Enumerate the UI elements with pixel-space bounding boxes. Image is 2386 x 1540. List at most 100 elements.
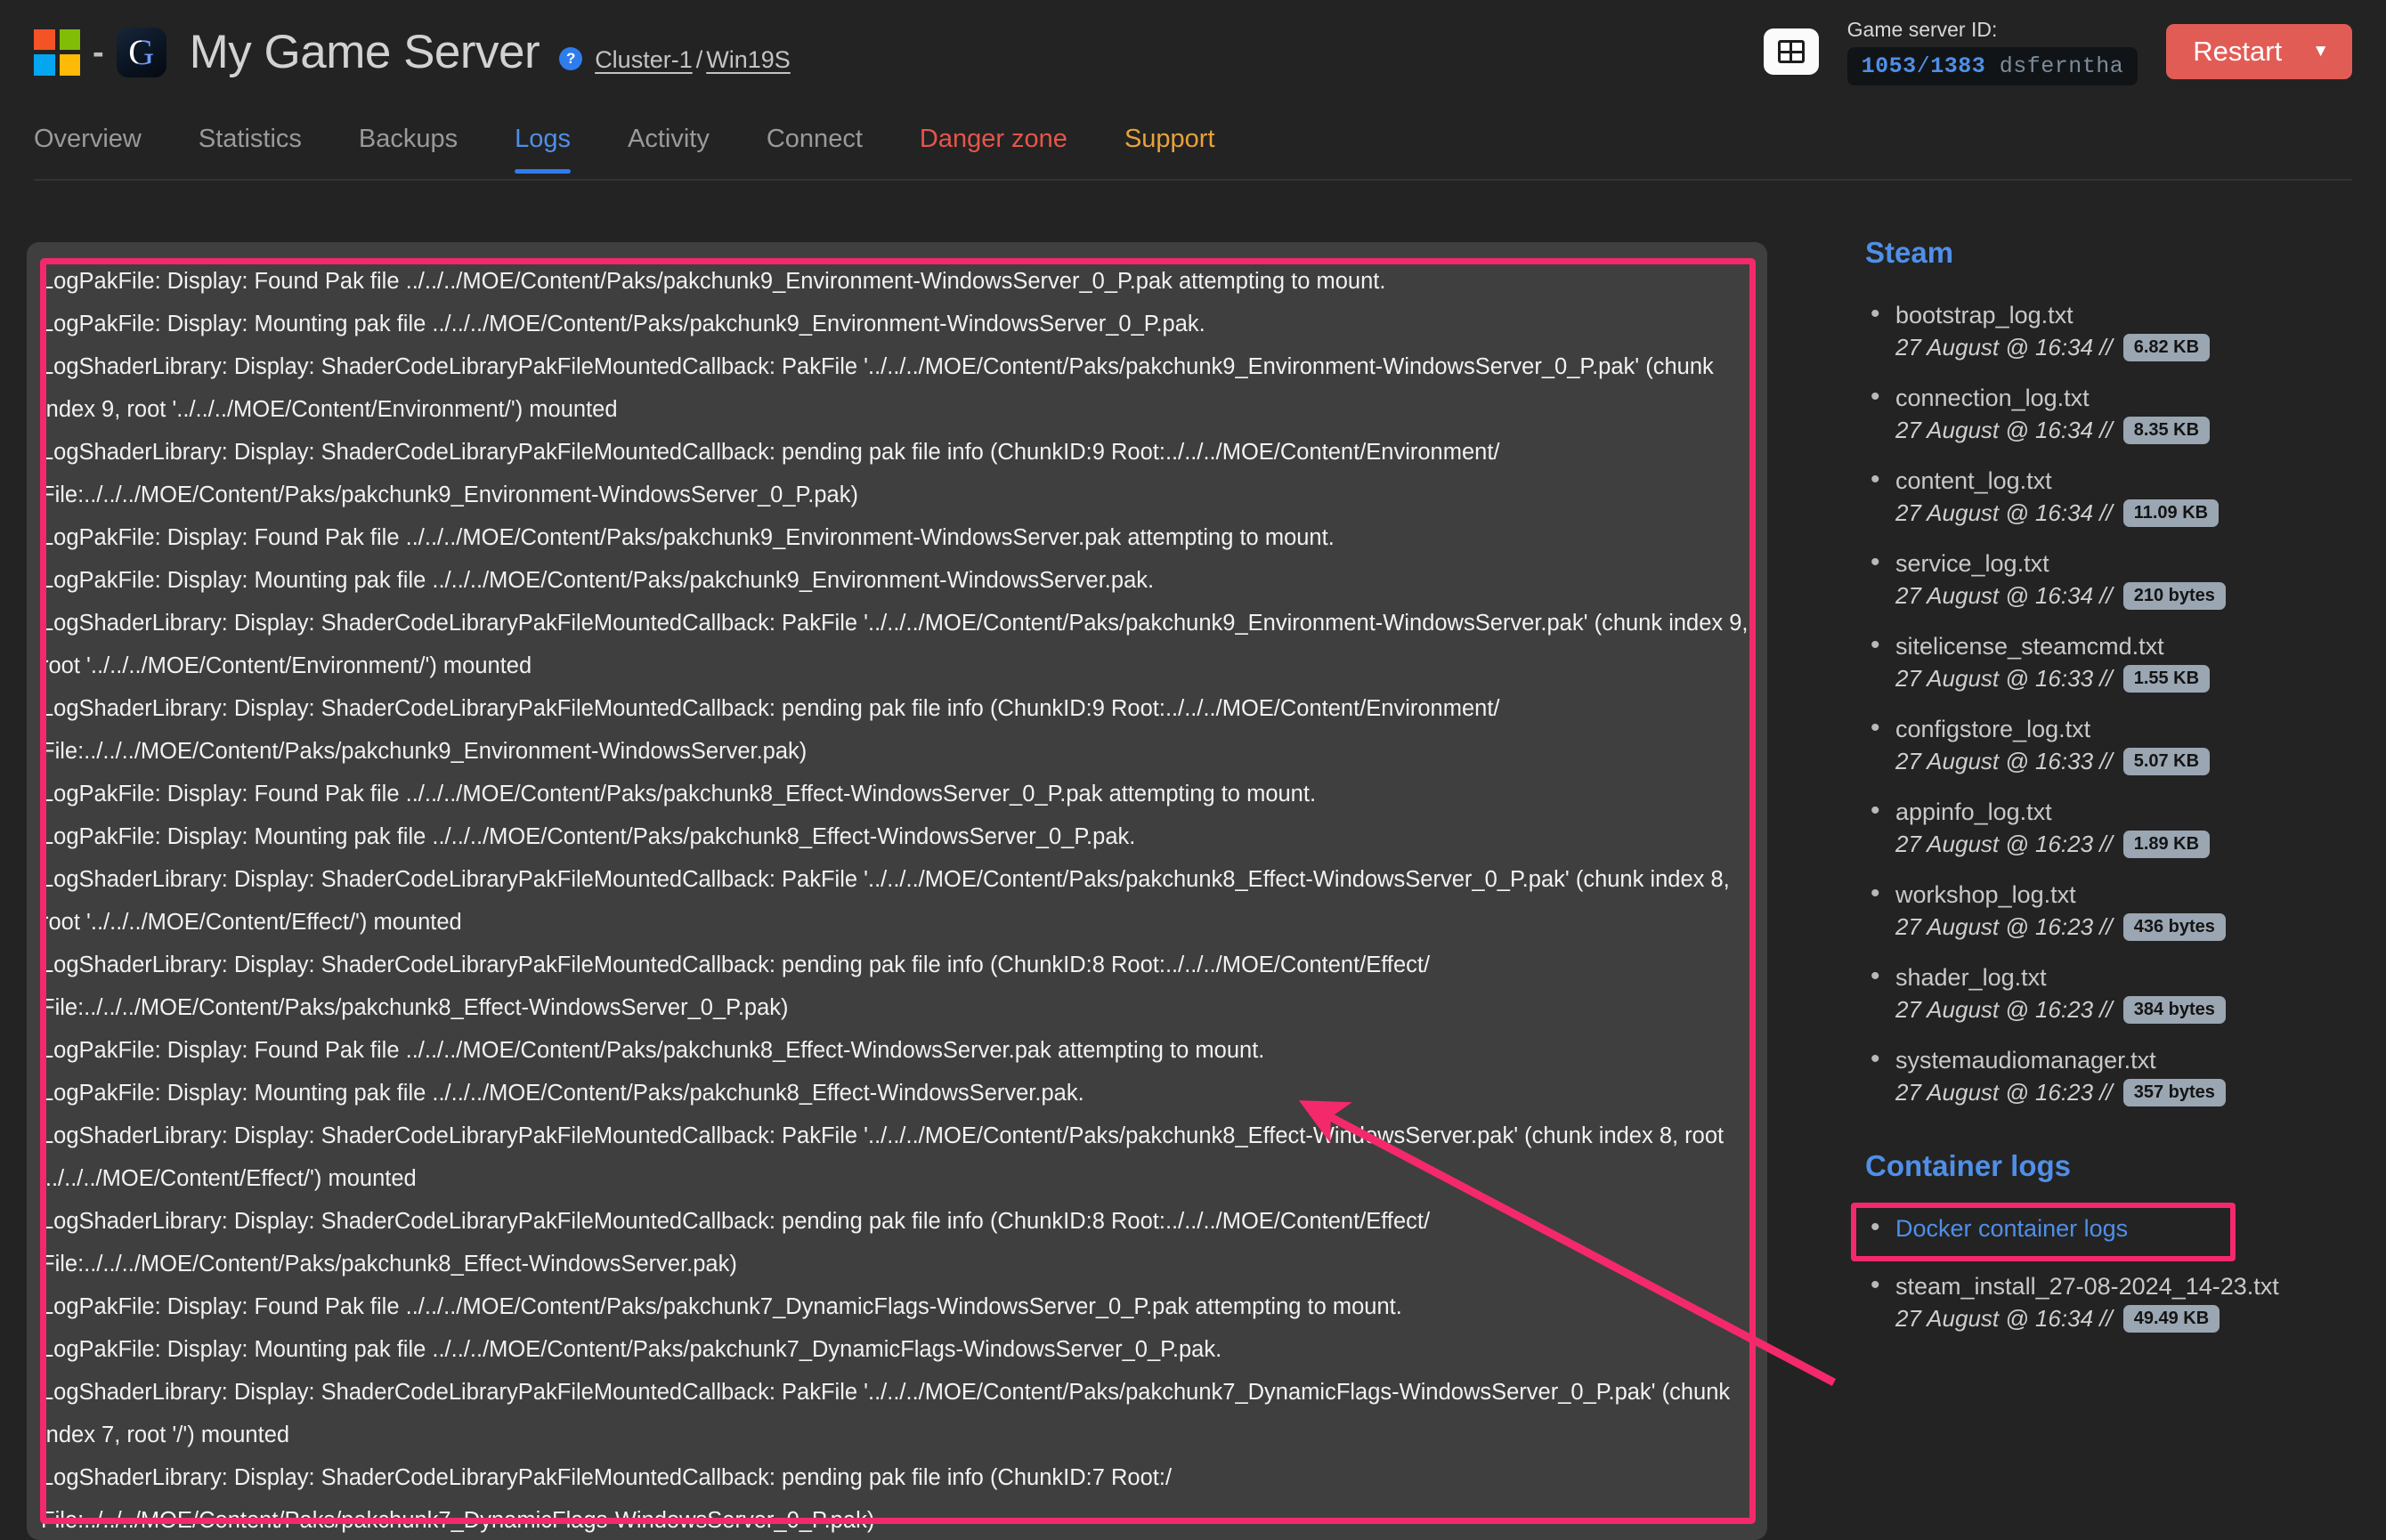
container-log-file-list: Docker container logs steam_install_27-08…: [1851, 1203, 2364, 1333]
log-file-name[interactable]: connection_log.txt: [1895, 385, 2364, 412]
table-grid-button[interactable]: [1763, 28, 1819, 75]
log-file-meta: 27 August @ 16:23 // 357 bytes: [1895, 1079, 2364, 1106]
log-file-size-badge: 49.49 KB: [2122, 1305, 2220, 1333]
log-file-name[interactable]: content_log.txt: [1895, 467, 2364, 495]
tab-activity[interactable]: Activity: [599, 125, 738, 174]
main-nav: Overview Statistics Backups Logs Activit…: [0, 125, 2386, 180]
logs-sidebar: Steam bootstrap_log.txt 27 August @ 16:34…: [1851, 236, 2364, 1356]
log-file-meta: 27 August @ 16:34 // 49.49 KB: [1895, 1305, 2364, 1333]
restart-button[interactable]: Restart ▼: [2166, 24, 2352, 79]
log-line: LogShaderLibrary: Display: ShaderCodeLib…: [41, 354, 1720, 422]
list-item[interactable]: shader_log.txt 27 August @ 16:23 // 384 by…: [1865, 960, 2364, 1024]
tab-logs[interactable]: Logs: [486, 125, 599, 174]
log-file-size-badge: 11.09 KB: [2122, 499, 2220, 527]
log-file-meta: 27 August @ 16:23 // 384 bytes: [1895, 996, 2364, 1024]
windows-logo-icon: [34, 28, 80, 76]
list-item[interactable]: content_log.txt 27 August @ 16:34 // 11.09…: [1865, 464, 2364, 527]
log-file-name[interactable]: shader_log.txt: [1895, 964, 2364, 992]
breadcrumb-separator: /: [695, 46, 703, 73]
log-file-name[interactable]: workshop_log.txt: [1895, 881, 2364, 909]
tab-connect[interactable]: Connect: [738, 125, 891, 174]
breadcrumb: Cluster-1/Win19S: [595, 46, 791, 74]
log-line: LogPakFile: Display: Mounting pak file .…: [41, 568, 1155, 593]
log-file-name[interactable]: Docker container logs: [1895, 1215, 2364, 1243]
log-file-date: 27 August @ 16:23 //: [1895, 996, 2113, 1023]
log-file-date: 27 August @ 16:34 //: [1895, 334, 2113, 361]
log-line: LogShaderLibrary: Display: ShaderCodeLib…: [41, 611, 1755, 678]
log-file-name[interactable]: configstore_log.txt: [1895, 716, 2364, 743]
log-file-size-badge: 436 bytes: [2122, 913, 2226, 941]
log-line: LogPakFile: Display: Mounting pak file .…: [41, 1337, 1222, 1362]
game-logo-icon: G: [116, 27, 166, 77]
list-item[interactable]: Docker container logs: [1851, 1203, 2364, 1261]
tab-backups[interactable]: Backups: [330, 125, 486, 174]
log-file-size-badge: 384 bytes: [2122, 996, 2226, 1024]
tab-danger-zone[interactable]: Danger zone: [891, 125, 1096, 174]
title-separator: -: [93, 33, 104, 71]
log-file-size-badge: 6.82 KB: [2122, 334, 2211, 361]
list-item[interactable]: connection_log.txt 27 August @ 16:34 // 8.…: [1865, 381, 2364, 444]
log-file-size-badge: 8.35 KB: [2122, 417, 2211, 444]
list-item[interactable]: steam_install_27-08-2024_14-23.txt 27 Aug…: [1865, 1269, 2364, 1333]
log-line: LogPakFile: Display: Found Pak file ../.…: [41, 1038, 1265, 1063]
log-file-name[interactable]: sitelicense_steamcmd.txt: [1895, 633, 2364, 661]
game-server-id-block: Game server ID: 1053/1383 dsferntha: [1846, 18, 2138, 85]
log-file-name[interactable]: service_log.txt: [1895, 550, 2364, 578]
tab-statistics[interactable]: Statistics: [170, 125, 330, 174]
nav-divider: [34, 179, 2352, 181]
title-row: - G My Game Server ? Cluster-1/Win19S: [34, 25, 791, 79]
log-line: LogShaderLibrary: Display: ShaderCodeLib…: [41, 1380, 1737, 1447]
log-line: File:../../../MOE/Content/Paks/pakchunk7…: [41, 1508, 875, 1533]
log-file-meta: 27 August @ 16:23 // 436 bytes: [1895, 913, 2364, 941]
log-file-meta: 27 August @ 16:34 // 11.09 KB: [1895, 499, 2364, 527]
log-file-name[interactable]: steam_install_27-08-2024_14-23.txt: [1895, 1273, 2364, 1301]
log-file-date: 27 August @ 16:33 //: [1895, 665, 2113, 692]
list-item[interactable]: workshop_log.txt 27 August @ 16:23 // 436 …: [1865, 878, 2364, 941]
list-item[interactable]: appinfo_log.txt 27 August @ 16:23 // 1.89 …: [1865, 795, 2364, 858]
log-line: LogShaderLibrary: Display: ShaderCodeLib…: [41, 867, 1736, 935]
page-header: - G My Game Server ? Cluster-1/Win19S Ga…: [0, 0, 2386, 125]
breadcrumb-node-link[interactable]: Win19S: [706, 46, 791, 73]
log-file-name[interactable]: appinfo_log.txt: [1895, 798, 2364, 826]
page-title: My Game Server: [189, 26, 540, 78]
chevron-down-icon[interactable]: ▼: [2312, 42, 2352, 61]
log-file-date: 27 August @ 16:23 //: [1895, 913, 2113, 940]
tab-overview[interactable]: Overview: [34, 125, 170, 174]
log-file-meta: 27 August @ 16:23 // 1.89 KB: [1895, 831, 2364, 858]
list-item[interactable]: service_log.txt 27 August @ 16:34 // 210 b…: [1865, 547, 2364, 610]
log-line: LogShaderLibrary: Display: ShaderCodeLib…: [41, 952, 1437, 1020]
log-file-meta: 27 August @ 16:34 // 8.35 KB: [1895, 417, 2364, 444]
list-item[interactable]: sitelicense_steamcmd.txt 27 August @ 16:3…: [1865, 629, 2364, 693]
gsid-slash: /: [1916, 53, 1931, 79]
log-file-name[interactable]: systemaudiomanager.txt: [1895, 1047, 2364, 1074]
game-server-id-value[interactable]: 1053/1383 dsferntha: [1846, 47, 2138, 85]
list-item[interactable]: systemaudiomanager.txt 27 August @ 16:23 …: [1865, 1043, 2364, 1106]
log-file-name[interactable]: bootstrap_log.txt: [1895, 302, 2364, 329]
log-file-meta: 27 August @ 16:34 // 6.82 KB: [1895, 334, 2364, 361]
app-root: - G My Game Server ? Cluster-1/Win19S Ga…: [0, 0, 2386, 1540]
log-line: LogShaderLibrary: Display: ShaderCodeLib…: [41, 1209, 1437, 1277]
help-icon[interactable]: ?: [559, 47, 583, 70]
game-server-id-label: Game server ID:: [1846, 18, 1998, 41]
log-file-size-badge: 210 bytes: [2122, 582, 2226, 610]
log-line: LogPakFile: Display: Found Pak file ../.…: [41, 1294, 1402, 1319]
log-file-date: 27 August @ 16:23 //: [1895, 1079, 2113, 1106]
tab-support[interactable]: Support: [1096, 125, 1244, 174]
restart-button-label: Restart: [2193, 36, 2283, 67]
log-file-meta: 27 August @ 16:33 // 1.55 KB: [1895, 665, 2364, 693]
log-output-text: LogPakFile: Display: Found Pak file ../.…: [41, 260, 1758, 1540]
log-output-panel[interactable]: LogPakFile: Display: Found Pak file ../.…: [27, 242, 1767, 1540]
list-item[interactable]: bootstrap_log.txt 27 August @ 16:34 // 6.8…: [1865, 298, 2364, 361]
log-file-size-badge: 357 bytes: [2122, 1079, 2226, 1106]
log-file-date: 27 August @ 16:34 //: [1895, 582, 2113, 609]
steam-log-file-list: bootstrap_log.txt 27 August @ 16:34 // 6.8…: [1865, 298, 2364, 1106]
log-line: LogPakFile: Display: Mounting pak file .…: [41, 312, 1205, 336]
breadcrumb-cluster-link[interactable]: Cluster-1: [595, 46, 693, 73]
log-file-date: 27 August @ 16:33 //: [1895, 748, 2113, 774]
gsid-secondary: 1383: [1930, 53, 1986, 79]
log-line: LogShaderLibrary: Display: ShaderCodeLib…: [41, 696, 1506, 764]
log-line: LogPakFile: Display: Found Pak file ../.…: [41, 525, 1335, 550]
log-line: LogShaderLibrary: Display: ShaderCodeLib…: [41, 1465, 1173, 1490]
list-item[interactable]: configstore_log.txt 27 August @ 16:33 // 5…: [1865, 712, 2364, 775]
log-file-date: 27 August @ 16:34 //: [1895, 499, 2113, 526]
